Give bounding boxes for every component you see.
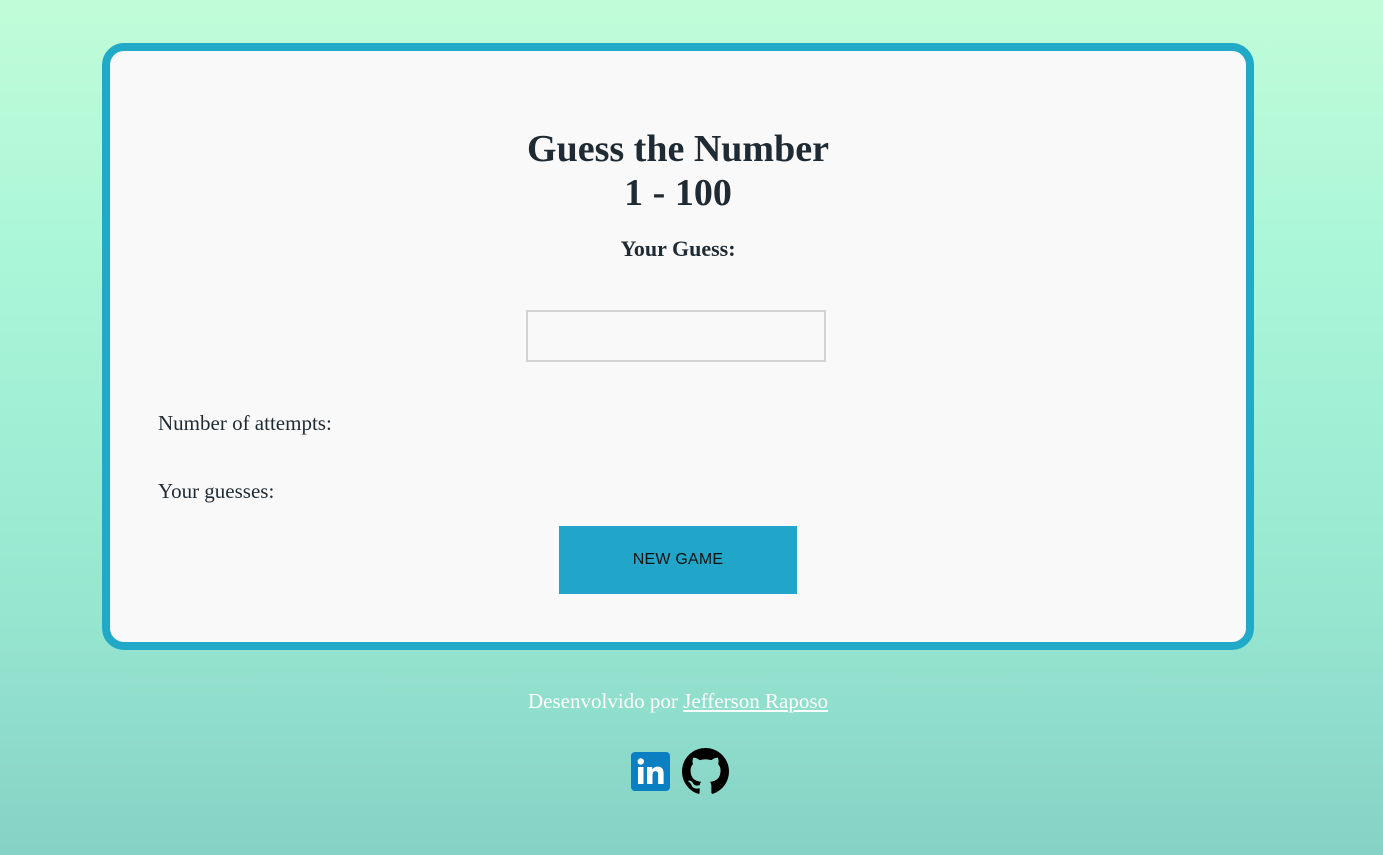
github-icon (682, 748, 729, 794)
social-links (631, 748, 729, 795)
linkedin-icon (631, 752, 670, 791)
guess-input[interactable] (526, 310, 826, 362)
title-line-1: Guess the Number (527, 128, 829, 170)
game-card: Guess the Number 1 - 100 Your Guess: Num… (102, 43, 1254, 650)
credit-prefix: Desenvolvido por (528, 689, 678, 713)
title-range: 1 - 100 (624, 172, 732, 214)
github-link[interactable] (682, 748, 729, 795)
guess-label: Your Guess: (620, 236, 736, 261)
footer-credit: Desenvolvido por Jefferson Raposo (0, 688, 1356, 714)
linkedin-link[interactable] (631, 752, 670, 791)
page-title: Guess the Number 1 - 100 (110, 127, 1246, 215)
new-game-button[interactable]: NEW GAME (559, 526, 797, 594)
author-link[interactable]: Jefferson Raposo (683, 689, 828, 713)
attempts-label: Number of attempts: (158, 411, 332, 435)
guesses-label: Your guesses: (158, 479, 275, 503)
